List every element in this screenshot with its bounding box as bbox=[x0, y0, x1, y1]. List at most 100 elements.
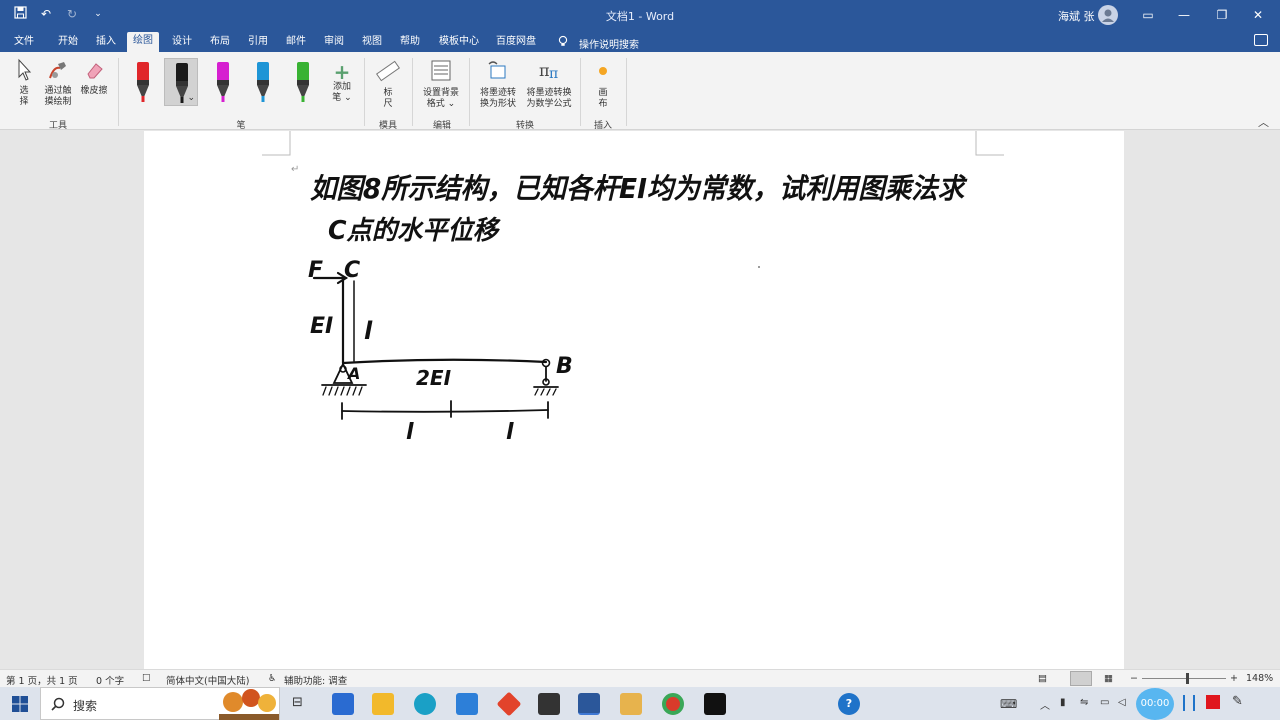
tray-volume-icon[interactable]: ◁ bbox=[1118, 697, 1126, 708]
tab-file[interactable]: 文件 bbox=[8, 33, 40, 52]
background-format-button[interactable]: 设置背景 格式 ⌄ bbox=[418, 58, 464, 110]
comments-icon[interactable] bbox=[1254, 34, 1268, 46]
group-label-edit: 编辑 bbox=[432, 121, 451, 131]
select-button[interactable]: 选 择 bbox=[10, 58, 38, 108]
app-icon-red[interactable] bbox=[496, 691, 522, 717]
taskbar: 搜索 ⊟ ? ⌨ ︿ ▮ ⇋ ▭ ◁ 00:00 ✎ bbox=[0, 687, 1280, 720]
tab-draw[interactable]: 绘图 bbox=[127, 32, 159, 52]
tab-home[interactable]: 开始 bbox=[52, 33, 84, 52]
drawing-canvas-button[interactable]: 画 布 bbox=[588, 58, 618, 110]
close-icon[interactable]: ✕ bbox=[1248, 5, 1268, 25]
tab-baidu-netdisk[interactable]: 百度网盘 bbox=[490, 33, 542, 52]
tab-design[interactable]: 设计 bbox=[166, 33, 198, 52]
ink-to-math-button[interactable]: ππ 将墨迹转换 为数学公式 bbox=[522, 58, 576, 110]
word-app-icon[interactable] bbox=[578, 693, 600, 715]
recording-timer[interactable]: 00:00 bbox=[1136, 688, 1174, 720]
ruler-button[interactable]: 标 尺 bbox=[372, 58, 404, 110]
app-icon-media[interactable] bbox=[620, 693, 642, 715]
app-icon-lightning[interactable] bbox=[538, 693, 560, 715]
beam-ab bbox=[341, 358, 548, 365]
zoom-level[interactable]: 148% bbox=[1246, 673, 1273, 684]
proofing-icon[interactable]: ☐ bbox=[142, 673, 151, 684]
pen-blue[interactable] bbox=[246, 58, 280, 106]
chrome-browser-icon[interactable] bbox=[662, 693, 684, 715]
taskbar-search[interactable]: 搜索 bbox=[40, 687, 280, 720]
tray-battery-icon[interactable]: ▭ bbox=[1100, 697, 1109, 708]
pen-black[interactable]: ⌄ bbox=[164, 58, 198, 106]
add-pen-button[interactable]: + 添加 笔 ⌄ bbox=[328, 62, 356, 104]
problem-statement-line2: C点的水平位移 bbox=[328, 216, 501, 246]
task-view-icon[interactable]: ⊟ bbox=[292, 695, 303, 710]
web-layout-icon[interactable]: ▦ bbox=[1104, 673, 1113, 684]
ink-to-shape-button[interactable]: 将墨迹转 换为形状 bbox=[474, 58, 522, 110]
status-page[interactable]: 第 1 页，共 1 页 bbox=[6, 673, 78, 687]
windows-start-icon[interactable] bbox=[12, 696, 28, 712]
minimize-icon[interactable]: — bbox=[1174, 5, 1194, 25]
pointer-icon bbox=[18, 58, 32, 81]
draw-with-touch-button[interactable]: 通过触 摸绘制 bbox=[40, 58, 76, 108]
status-accessibility[interactable]: 辅助功能: 调查 bbox=[284, 673, 347, 687]
label-ei-beam: 2EI bbox=[416, 366, 452, 390]
dimension-line bbox=[341, 409, 549, 413]
tab-layout[interactable]: 布局 bbox=[204, 33, 236, 52]
status-word-count[interactable]: 0 个字 bbox=[96, 673, 124, 687]
tab-insert[interactable]: 插入 bbox=[90, 33, 122, 52]
avatar[interactable] bbox=[1098, 5, 1118, 25]
help-icon[interactable]: ? bbox=[838, 693, 860, 715]
restore-icon[interactable]: ❐ bbox=[1212, 5, 1232, 25]
label-l-left: l bbox=[406, 420, 414, 445]
zoom-slider[interactable] bbox=[1142, 678, 1226, 679]
mail-app-icon[interactable] bbox=[456, 693, 478, 715]
ribbon-display-options-icon[interactable]: ▭ bbox=[1138, 5, 1158, 25]
tab-review[interactable]: 审阅 bbox=[318, 33, 350, 52]
pen-red[interactable] bbox=[126, 58, 160, 106]
tab-references[interactable]: 引用 bbox=[242, 33, 274, 52]
ground-hatch-b bbox=[534, 388, 557, 396]
group-label-tools: 工具 bbox=[48, 121, 67, 131]
store-app-icon[interactable] bbox=[332, 693, 354, 715]
label-l-column: l bbox=[364, 317, 373, 345]
ribbon-divider bbox=[364, 58, 365, 126]
eraser-button[interactable]: 橡皮擦 bbox=[78, 58, 110, 97]
tray-expand-icon[interactable]: ︿ bbox=[1040, 697, 1050, 712]
tray-device-icon[interactable]: ▮ bbox=[1060, 697, 1066, 708]
file-explorer-icon[interactable] bbox=[372, 693, 394, 715]
label-l-right: l bbox=[506, 420, 514, 445]
pen-tool-icon[interactable]: ✎ bbox=[1232, 694, 1243, 709]
tab-help[interactable]: 帮助 bbox=[394, 33, 426, 52]
structure-diagram bbox=[312, 271, 559, 420]
status-language[interactable]: 简体中文(中国大陆) bbox=[166, 673, 249, 687]
stop-recording-icon[interactable] bbox=[1206, 695, 1220, 709]
search-placeholder: 搜索 bbox=[73, 699, 98, 713]
svg-text:π: π bbox=[549, 66, 558, 82]
collapse-ribbon-icon[interactable]: ︿ bbox=[1258, 114, 1269, 130]
group-label-convert: 转换 bbox=[515, 121, 534, 131]
label-point-b: B bbox=[556, 354, 573, 379]
tab-mailings[interactable]: 邮件 bbox=[280, 33, 312, 52]
user-name[interactable]: 海斌 张 bbox=[1058, 8, 1095, 24]
pen-magenta[interactable] bbox=[206, 58, 240, 106]
capcut-app-icon[interactable] bbox=[704, 693, 726, 715]
tell-me-search[interactable]: 操作说明搜索 bbox=[579, 36, 639, 51]
crop-mark bbox=[975, 131, 1004, 156]
edge-browser-icon[interactable] bbox=[414, 693, 436, 715]
ink-to-shape-icon bbox=[488, 61, 506, 79]
ime-icon[interactable]: ⌨ bbox=[1000, 697, 1017, 711]
ground-hatch-a bbox=[322, 386, 363, 396]
pen-options-chevron-icon[interactable]: ⌄ bbox=[187, 93, 195, 103]
zoom-in-icon[interactable]: + bbox=[1230, 673, 1238, 684]
tab-template-center[interactable]: 模板中心 bbox=[433, 33, 485, 52]
zoom-slider-thumb[interactable] bbox=[1186, 673, 1189, 684]
pause-recording-icon[interactable] bbox=[1183, 695, 1195, 711]
pen-icon bbox=[137, 62, 149, 102]
document-page[interactable]: ↵ 如图8所示结构，已知各杆EI均为常数，试利用图乘法求 C点的水平位移 F C… bbox=[144, 131, 1124, 669]
tab-view[interactable]: 视图 bbox=[356, 33, 388, 52]
tray-network-icon[interactable]: ⇋ bbox=[1080, 697, 1088, 708]
pen-icon bbox=[297, 62, 309, 102]
print-layout-icon[interactable] bbox=[1070, 671, 1092, 686]
label-force: F bbox=[308, 258, 323, 283]
pen-green[interactable] bbox=[286, 58, 320, 106]
zoom-out-icon[interactable]: − bbox=[1130, 673, 1138, 684]
focus-mode-icon[interactable]: ▤ bbox=[1038, 673, 1047, 684]
touch-draw-icon bbox=[49, 62, 66, 79]
